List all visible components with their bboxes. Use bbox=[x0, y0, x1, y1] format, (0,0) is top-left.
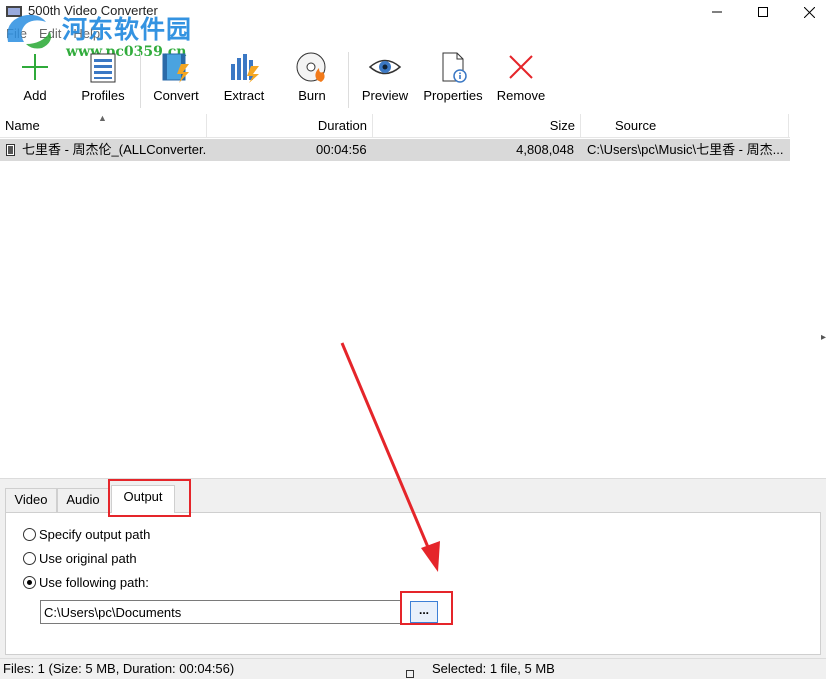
close-button[interactable] bbox=[786, 0, 826, 24]
status-selected: Selected: 1 file, 5 MB bbox=[432, 661, 555, 676]
watermark-title: 河东软件园 bbox=[62, 15, 193, 44]
burn-button[interactable]: Burn bbox=[290, 50, 334, 110]
tab-audio[interactable]: Audio bbox=[57, 488, 109, 512]
file-name: 七里香 - 周杰伦_(ALLConverter... bbox=[22, 142, 206, 157]
settings-panel: Video Audio Output Specify output path U… bbox=[0, 478, 826, 658]
film-convert-icon bbox=[162, 53, 189, 83]
eye-icon bbox=[368, 59, 402, 75]
tab-video-label: Video bbox=[14, 492, 48, 507]
remove-button[interactable]: Remove bbox=[496, 50, 546, 110]
column-name-label: Name bbox=[5, 118, 40, 133]
column-source[interactable]: Source bbox=[581, 114, 789, 138]
file-size: 4,808,048 bbox=[516, 142, 574, 157]
sort-ascending-icon: ▲ bbox=[98, 113, 107, 123]
output-path-input[interactable] bbox=[40, 600, 402, 624]
properties-button[interactable]: Properties bbox=[422, 50, 484, 110]
radio-label: Use following path: bbox=[39, 575, 149, 590]
file-source: C:\Users\pc\Music\七里香 - 周杰... bbox=[587, 142, 784, 157]
status-bar: Files: 1 (Size: 5 MB, Duration: 00:04:56… bbox=[0, 658, 826, 679]
toolbar-separator bbox=[140, 52, 141, 108]
preview-button[interactable]: Preview bbox=[360, 50, 410, 110]
app-window: 500th Video Converter File Edit Help 河东软… bbox=[0, 0, 826, 679]
annotation-box-browse bbox=[400, 591, 453, 625]
output-tab-content: Specify output path Use original path Us… bbox=[5, 512, 821, 655]
convert-button[interactable]: Convert bbox=[150, 50, 202, 110]
column-duration-label: Duration bbox=[317, 118, 367, 133]
radio-circle bbox=[23, 552, 36, 565]
profiles-icon bbox=[90, 53, 116, 83]
radio-use-original-path[interactable]: Use original path bbox=[23, 551, 137, 566]
radio-label: Use original path bbox=[39, 551, 137, 566]
plus-icon bbox=[22, 54, 48, 80]
add-button[interactable]: Add bbox=[14, 50, 56, 110]
toolbar-separator bbox=[348, 52, 349, 108]
radio-circle-selected bbox=[23, 576, 36, 589]
watermark-logo bbox=[7, 14, 51, 49]
tab-output[interactable]: Output bbox=[111, 485, 175, 513]
tab-video[interactable]: Video bbox=[5, 488, 57, 512]
status-square-icon bbox=[406, 670, 414, 678]
maximize-icon bbox=[758, 7, 768, 17]
radio-circle bbox=[23, 528, 36, 541]
file-row[interactable]: 七里香 - 周杰伦_(ALLConverter... 00:04:56 4,80… bbox=[0, 139, 790, 161]
film-file-icon bbox=[6, 144, 15, 156]
tab-audio-label: Audio bbox=[66, 492, 100, 507]
disc-burn-icon bbox=[296, 52, 326, 82]
column-duration[interactable]: Duration bbox=[207, 114, 373, 138]
minimize-button[interactable] bbox=[694, 0, 740, 24]
scroll-marker-icon: ▸ bbox=[820, 332, 826, 343]
profiles-button[interactable]: Profiles bbox=[78, 50, 128, 110]
add-label: Add bbox=[23, 88, 47, 103]
toolbar: Add Profiles Convert Extract Burn Previe… bbox=[0, 46, 826, 112]
file-duration: 00:04:56 bbox=[316, 142, 367, 157]
close-icon bbox=[803, 6, 815, 18]
radio-use-following-path[interactable]: Use following path: bbox=[23, 575, 149, 590]
extract-button[interactable]: Extract bbox=[220, 50, 268, 110]
column-name[interactable]: ▲ Name bbox=[0, 113, 207, 138]
column-size-label: Size bbox=[549, 118, 575, 133]
maximize-button[interactable] bbox=[740, 0, 786, 24]
column-source-label: Source bbox=[615, 118, 657, 133]
convert-label: Convert bbox=[153, 88, 199, 103]
minimize-icon bbox=[712, 11, 722, 13]
column-size[interactable]: Size bbox=[373, 114, 581, 138]
remove-x-icon bbox=[509, 55, 533, 79]
burn-label: Burn bbox=[298, 88, 326, 103]
document-info-icon bbox=[442, 52, 467, 83]
properties-label: Properties bbox=[423, 88, 483, 103]
file-list-header: ▲ Name Duration Size Source bbox=[0, 113, 790, 138]
radio-label: Specify output path bbox=[39, 527, 151, 542]
remove-label: Remove bbox=[496, 88, 546, 103]
preview-label: Preview bbox=[361, 88, 409, 103]
status-files: Files: 1 (Size: 5 MB, Duration: 00:04:56… bbox=[3, 661, 235, 676]
profiles-label: Profiles bbox=[81, 88, 125, 103]
radio-specify-output-path[interactable]: Specify output path bbox=[23, 527, 150, 542]
tab-output-label: Output bbox=[123, 489, 163, 504]
extract-label: Extract bbox=[223, 88, 265, 103]
audio-extract-icon bbox=[231, 54, 259, 83]
